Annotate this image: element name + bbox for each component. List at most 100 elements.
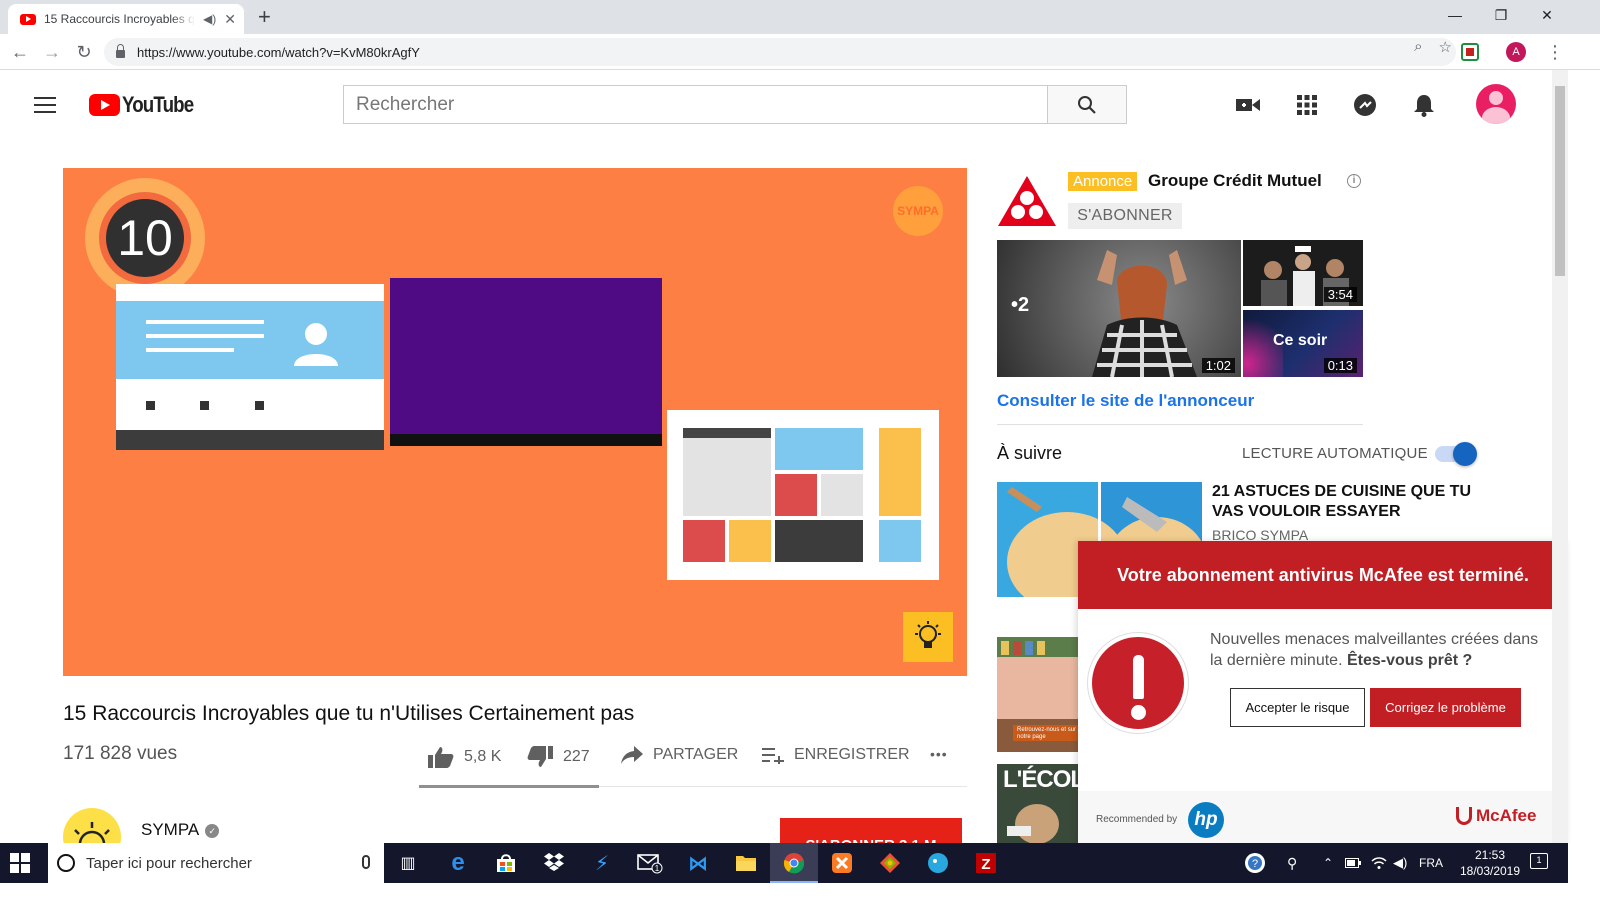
advertiser-site-link[interactable]: Consulter le site de l'annonceur: [997, 391, 1254, 411]
thumbs-down-icon: [527, 746, 553, 767]
ad-label-badge: Annonce: [1068, 172, 1138, 191]
people-icon[interactable]: ⚲: [1287, 843, 1297, 883]
up-next-title[interactable]: 21 ASTUCES DE CUISINE QUE TU VAS VOULOIR…: [1212, 482, 1472, 522]
browser-menu-icon[interactable]: ⋮: [1546, 40, 1564, 64]
close-window-icon[interactable]: ✕: [1524, 0, 1570, 30]
search-button[interactable]: [1047, 85, 1127, 124]
info-icon[interactable]: i: [1347, 174, 1361, 188]
new-tab-icon[interactable]: +: [258, 4, 271, 30]
verified-check-icon: ✓: [205, 823, 220, 838]
ad-subscribe-button[interactable]: S'ABONNER: [1068, 203, 1182, 229]
search-input[interactable]: Rechercher: [343, 85, 1048, 124]
edge-browser-icon[interactable]: e: [434, 843, 482, 883]
extension-icon[interactable]: [1460, 42, 1480, 62]
reload-icon[interactable]: ↻: [72, 40, 96, 64]
like-ratio-bar: [419, 785, 967, 788]
ad-thumbnail-main[interactable]: •2 1:02: [997, 240, 1241, 377]
recommended-by-label: Recommended by: [1096, 814, 1178, 825]
notification-center-icon[interactable]: 1: [1530, 853, 1548, 869]
thumb-caption: Retrouvez-nous et sur notre page: [1017, 727, 1077, 740]
tray-chevron-icon[interactable]: ⌃: [1323, 843, 1333, 883]
save-button[interactable]: ENREGISTRER: [762, 746, 910, 764]
system-clock[interactable]: 21:53 18/03/2019: [1450, 847, 1530, 879]
address-bar[interactable]: https://www.youtube.com/watch?v=KvM80krA…: [104, 38, 1456, 66]
search-icon: [1078, 95, 1096, 114]
hamburger-menu-icon[interactable]: [34, 97, 56, 118]
forward-arrow-icon[interactable]: →: [40, 40, 64, 64]
browser-toolbar: ← → ↻ https://www.youtube.com/watch?v=Kv…: [0, 34, 1600, 70]
store-icon[interactable]: [482, 843, 530, 883]
youtube-logo[interactable]: YouTube: [89, 92, 206, 118]
channel-name-text: SYMPA: [141, 820, 200, 839]
battery-icon[interactable]: [1345, 843, 1361, 883]
recommended-thumbnail-3[interactable]: L'ÉCOL: [997, 764, 1078, 844]
restore-icon[interactable]: ❐: [1478, 0, 1524, 30]
youtube-play-icon: [89, 94, 120, 116]
messages-icon[interactable]: [1352, 92, 1378, 118]
mcafee-message: Nouvelles menaces malveillantes créées d…: [1210, 629, 1555, 671]
lightning-app-icon[interactable]: ⚡: [578, 843, 626, 883]
more-actions-icon[interactable]: •••: [930, 746, 948, 762]
close-tab-icon[interactable]: ✕: [224, 11, 236, 28]
dropbox-icon[interactable]: [530, 843, 578, 883]
git-gui-icon[interactable]: [866, 843, 914, 883]
profile-avatar[interactable]: A: [1506, 42, 1526, 62]
share-button[interactable]: PARTAGER: [621, 746, 738, 764]
youtube-favicon-icon: [20, 13, 36, 25]
advertiser-name[interactable]: Groupe Crédit Mutuel: [1148, 171, 1322, 191]
mail-icon[interactable]: 1: [626, 843, 674, 883]
page-scrollbar[interactable]: [1552, 70, 1568, 844]
microphone-icon[interactable]: [362, 855, 370, 869]
wifi-icon[interactable]: [1371, 843, 1387, 883]
chrome-icon[interactable]: [770, 843, 818, 883]
duration-badge: 1:02: [1201, 358, 1235, 373]
thumbs-up-icon: [428, 747, 454, 768]
language-indicator[interactable]: FRA: [1419, 843, 1443, 883]
channel-name[interactable]: SYMPA ✓: [141, 820, 220, 840]
minimize-icon[interactable]: —: [1432, 0, 1478, 30]
mail-badge: 1: [655, 864, 660, 873]
back-arrow-icon[interactable]: ←: [8, 40, 32, 64]
volume-icon[interactable]: ◀): [1393, 843, 1407, 883]
clock-date: 18/03/2019: [1459, 864, 1521, 878]
alert-exclamation-icon: [1088, 633, 1188, 733]
hp-logo: hp: [1188, 802, 1224, 838]
fix-problem-button[interactable]: Corrigez le problème: [1370, 688, 1521, 727]
user-avatar[interactable]: [1476, 84, 1516, 124]
bird-app-icon[interactable]: [914, 843, 962, 883]
xampp-icon[interactable]: [818, 843, 866, 883]
vscode-icon[interactable]: ⋈: [674, 843, 722, 883]
svg-text:?: ?: [1252, 858, 1258, 870]
youtube-header: YouTube Rechercher: [0, 70, 1552, 140]
create-video-icon[interactable]: [1235, 92, 1261, 118]
ad-thumbnail-3[interactable]: Ce soir 0:13: [1243, 310, 1363, 377]
youtube-wordmark: YouTube: [122, 92, 194, 117]
task-view-icon[interactable]: ▥: [384, 843, 432, 883]
taskbar-search-input[interactable]: Taper ici pour rechercher: [48, 843, 384, 883]
credit-mutuel-logo[interactable]: [998, 176, 1056, 226]
accept-risk-button[interactable]: Accepter le risque: [1230, 688, 1365, 727]
thumb-caption: L'ÉCOL: [1003, 766, 1078, 793]
speaker-icon[interactable]: ◀): [203, 12, 216, 26]
ad-thumbnail-2[interactable]: 3:54: [1243, 240, 1363, 306]
up-next-channel: BRICO SYMPA: [1212, 527, 1309, 541]
playlist-add-icon: [762, 748, 784, 764]
file-explorer-icon[interactable]: [722, 843, 770, 883]
windows-start-icon[interactable]: [10, 853, 30, 873]
recommended-thumbnail-2[interactable]: Retrouvez-nous et sur notre page: [997, 637, 1078, 752]
taskbar-search-placeholder: Taper ici pour rechercher: [86, 854, 252, 872]
dislike-button[interactable]: 227: [527, 746, 590, 768]
like-button[interactable]: 5,8 K: [428, 746, 501, 768]
filezilla-icon[interactable]: Z: [962, 843, 1010, 883]
zoom-icon[interactable]: ⌕: [1414, 38, 1422, 56]
autoplay-toggle[interactable]: [1435, 442, 1477, 466]
help-tray-icon[interactable]: ?: [1243, 843, 1267, 883]
bookmark-star-icon[interactable]: ☆: [1439, 38, 1452, 56]
video-player[interactable]: 10 SYMPA: [63, 168, 967, 676]
scrollbar-thumb[interactable]: [1555, 86, 1565, 276]
browser-tab-active[interactable]: 15 Raccourcis Incroyables qu ◀) ✕: [8, 4, 244, 34]
illustration-video-block: [390, 278, 662, 446]
mcafee-header: Votre abonnement antivirus McAfee est te…: [1078, 541, 1568, 609]
notifications-bell-icon[interactable]: [1411, 92, 1437, 118]
apps-grid-icon[interactable]: [1294, 92, 1320, 118]
